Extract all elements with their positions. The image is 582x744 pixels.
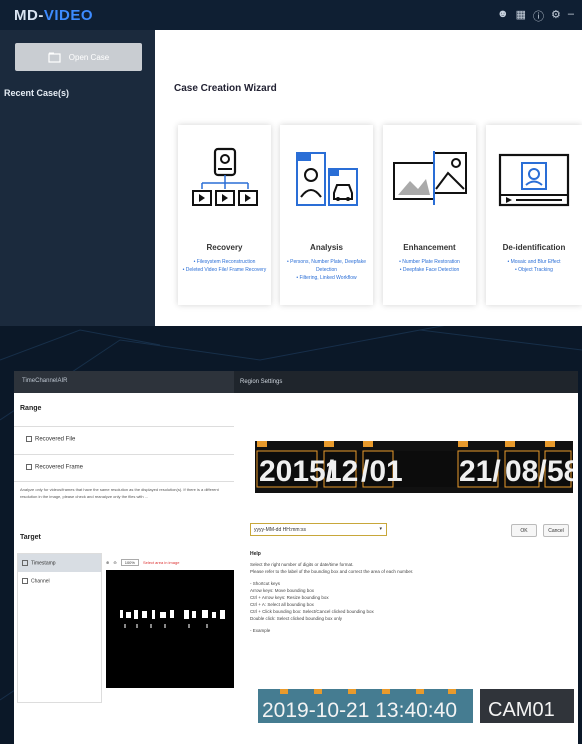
- deidentification-icon: [498, 153, 570, 207]
- image-preview[interactable]: [106, 570, 240, 688]
- example-timestamp: 2019-10-21 13:40:40: [262, 699, 457, 722]
- wizard-title: Case Creation Wizard: [174, 83, 277, 94]
- analysis-icon: [295, 152, 358, 206]
- channel-checkbox[interactable]: [22, 578, 28, 584]
- cancel-button[interactable]: Cancel: [543, 524, 569, 537]
- enhancement-icon: [392, 151, 467, 205]
- help-title: Help: [250, 551, 261, 557]
- strip-text-second: 58: [547, 455, 573, 488]
- strip-text-month: 12: [325, 455, 358, 488]
- viewer-toolbar: ⊕ ⊖ 100% Select area in image: [106, 556, 240, 568]
- open-case-button[interactable]: Open Case: [15, 43, 142, 71]
- range-target-window: TimeChannelAIR Range Recovered File Reco…: [14, 371, 240, 744]
- sidebar: [0, 30, 155, 326]
- recovered-file-checkbox[interactable]: [26, 436, 32, 442]
- help-icon[interactable]: ⓘ: [533, 8, 544, 24]
- gear-icon[interactable]: ⚙: [551, 8, 561, 24]
- example-cam: CAM01: [488, 699, 555, 721]
- example-image: 2019-10-21 13:40:40 CAM01: [258, 689, 574, 723]
- target-timestamp[interactable]: Timestamp: [18, 554, 101, 572]
- recovered-frame-checkbox[interactable]: [26, 464, 32, 470]
- target-channel[interactable]: Channel: [18, 572, 101, 590]
- recovered-frame-row[interactable]: Recovered Frame: [14, 454, 240, 482]
- user-icon[interactable]: ☻: [497, 8, 509, 24]
- strip-text-day: /01: [361, 455, 403, 488]
- enhancement-card[interactable]: Enhancement • Number Plate Restoration • …: [383, 125, 476, 305]
- strip-text-hour: 21/: [459, 455, 501, 488]
- dialog-title: Region Settings: [234, 371, 578, 393]
- zoom-in-icon[interactable]: ⊕: [106, 560, 109, 565]
- recent-cases-label: Recent Case(s): [4, 88, 70, 98]
- recovered-file-row[interactable]: Recovered File: [14, 426, 240, 454]
- app-logo: MD-VIDEO: [14, 6, 94, 24]
- window-title: TimeChannelAIR: [14, 371, 240, 393]
- analysis-card[interactable]: Analysis • Persons, Number Plate, Deepfa…: [280, 125, 373, 305]
- timestamp-preview: [120, 610, 225, 628]
- trash-icon[interactable]: ▦: [516, 8, 526, 24]
- main-panel: Case Creation Wizard Recovery • Filesyst…: [155, 30, 582, 326]
- target-header: Target: [20, 534, 41, 541]
- folder-icon: [48, 52, 61, 63]
- strip-text-minute: 08/: [505, 455, 547, 488]
- ok-button[interactable]: OK: [511, 524, 537, 537]
- chevron-down-icon: ▾: [379, 526, 382, 532]
- target-list: Timestamp Channel: [17, 553, 102, 703]
- range-header: Range: [20, 405, 42, 412]
- md-video-window: MD-VIDEO ☻ ▦ ⓘ ⚙ – Open Case Recent Case…: [0, 0, 582, 326]
- recovery-card[interactable]: Recovery • Filesystem Reconstruction • De…: [178, 125, 271, 305]
- select-hint: Select area in image: [142, 559, 180, 565]
- deidentification-card[interactable]: De-identification • Mosaic and Blur Effe…: [486, 125, 582, 305]
- zoom-field[interactable]: 100%: [120, 558, 139, 566]
- zoom-out-icon[interactable]: ⊖: [113, 560, 116, 565]
- strip-text-year: 2015/: [259, 455, 335, 488]
- format-select[interactable]: yyyy-MM-dd HH:mm:ss ▾: [250, 523, 387, 536]
- minimize-icon[interactable]: –: [568, 8, 574, 24]
- help-text: Select the right number of digits or dat…: [250, 562, 414, 633]
- timestamp-strip[interactable]: 2015/ 12 /01 21/ 08/ 58: [255, 441, 573, 493]
- top-bar: MD-VIDEO ☻ ▦ ⓘ ⚙ –: [0, 0, 582, 30]
- region-settings-dialog: Region Settings 2015/ 12 /01 21/ 08/ 58 …: [234, 371, 578, 744]
- recovery-icon: [191, 147, 258, 206]
- range-note: Analyze only for videos/frames that have…: [20, 487, 219, 499]
- timestamp-checkbox[interactable]: [22, 560, 28, 566]
